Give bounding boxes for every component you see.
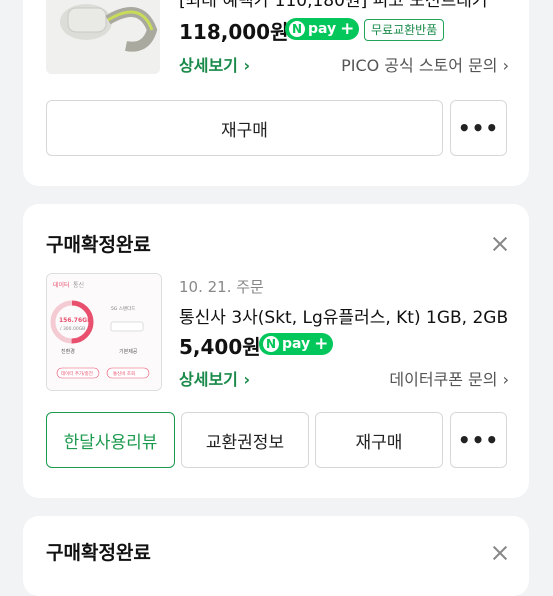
thumb-gauge-total: / 300.00GB (60, 326, 85, 332)
store-inquiry-link[interactable]: PICO 공식 스토어 문의 (341, 52, 509, 76)
more-button[interactable]: ••• (450, 100, 507, 156)
product-image[interactable]: 데이터 통신 156.76GB / 300.00GB 5G 스탠다드 친환경 기… (46, 273, 162, 391)
npay-n-icon: N (289, 21, 305, 37)
rebuy-button[interactable]: 재구매 (46, 100, 443, 156)
npay-badge: N pay + (285, 18, 359, 40)
review-button[interactable]: 한달사용리뷰 (46, 412, 175, 468)
order-status-heading: 구매확정완료 (46, 542, 151, 564)
thumb-footer2: 통신비 조회 (113, 370, 135, 377)
product-image[interactable] (46, 0, 160, 74)
product-title[interactable]: [최대 혜택가 110,180원] 피코 모션트래커 (179, 0, 509, 11)
more-icon: ••• (457, 428, 500, 452)
thumb-badge: 5G 스탠다드 (111, 305, 135, 312)
order-status-heading: 구매확정완료 (46, 234, 151, 256)
thumb-footer1: 데이터 추가/충전 (61, 370, 93, 377)
product-price: 5,400원 (179, 335, 261, 359)
detail-link[interactable]: 상세보기 (179, 52, 250, 76)
voucher-info-button[interactable]: 교환권정보 (181, 412, 309, 468)
more-icon: ••• (457, 116, 500, 140)
thumb-btn1: 친환경 (61, 348, 75, 355)
close-icon[interactable] (493, 237, 507, 251)
thumb-tab-comm: 통신 (73, 281, 84, 289)
npay-plus-icon: + (340, 19, 355, 39)
thumb-tab-data: 데이터 (53, 281, 70, 289)
thumb-btn2: 기본제공 (119, 348, 138, 355)
free-return-tag: 무료교환반품 (364, 19, 445, 41)
order-date: 10. 21. 주문 (179, 278, 264, 296)
order-card: [최대 혜택가 110,180원] 피코 모션트래커 118,000원 N pa… (23, 0, 529, 186)
close-icon[interactable] (493, 546, 507, 560)
detail-link[interactable]: 상세보기 (179, 366, 250, 390)
rebuy-button[interactable]: 재구매 (315, 412, 443, 468)
more-button[interactable]: ••• (450, 412, 507, 468)
npay-label: pay (282, 336, 311, 352)
npay-n-icon: N (263, 336, 279, 352)
npay-badge: N pay + (259, 333, 333, 355)
order-card: 구매확정완료 데이터 통신 156.76GB / 300.00GB 5G 스탠다… (23, 204, 529, 498)
product-title[interactable]: 통신사 3사(Skt, Lg유플러스, Kt) 1GB, 2GB (179, 303, 509, 328)
npay-plus-icon: + (314, 334, 329, 354)
npay-label: pay (308, 21, 337, 37)
order-card: 구매확정완료 (23, 516, 529, 596)
product-price: 118,000원 (179, 20, 289, 44)
thumb-gauge-value: 156.76GB (59, 317, 92, 324)
store-inquiry-link[interactable]: 데이터쿠폰 문의 (389, 366, 509, 390)
